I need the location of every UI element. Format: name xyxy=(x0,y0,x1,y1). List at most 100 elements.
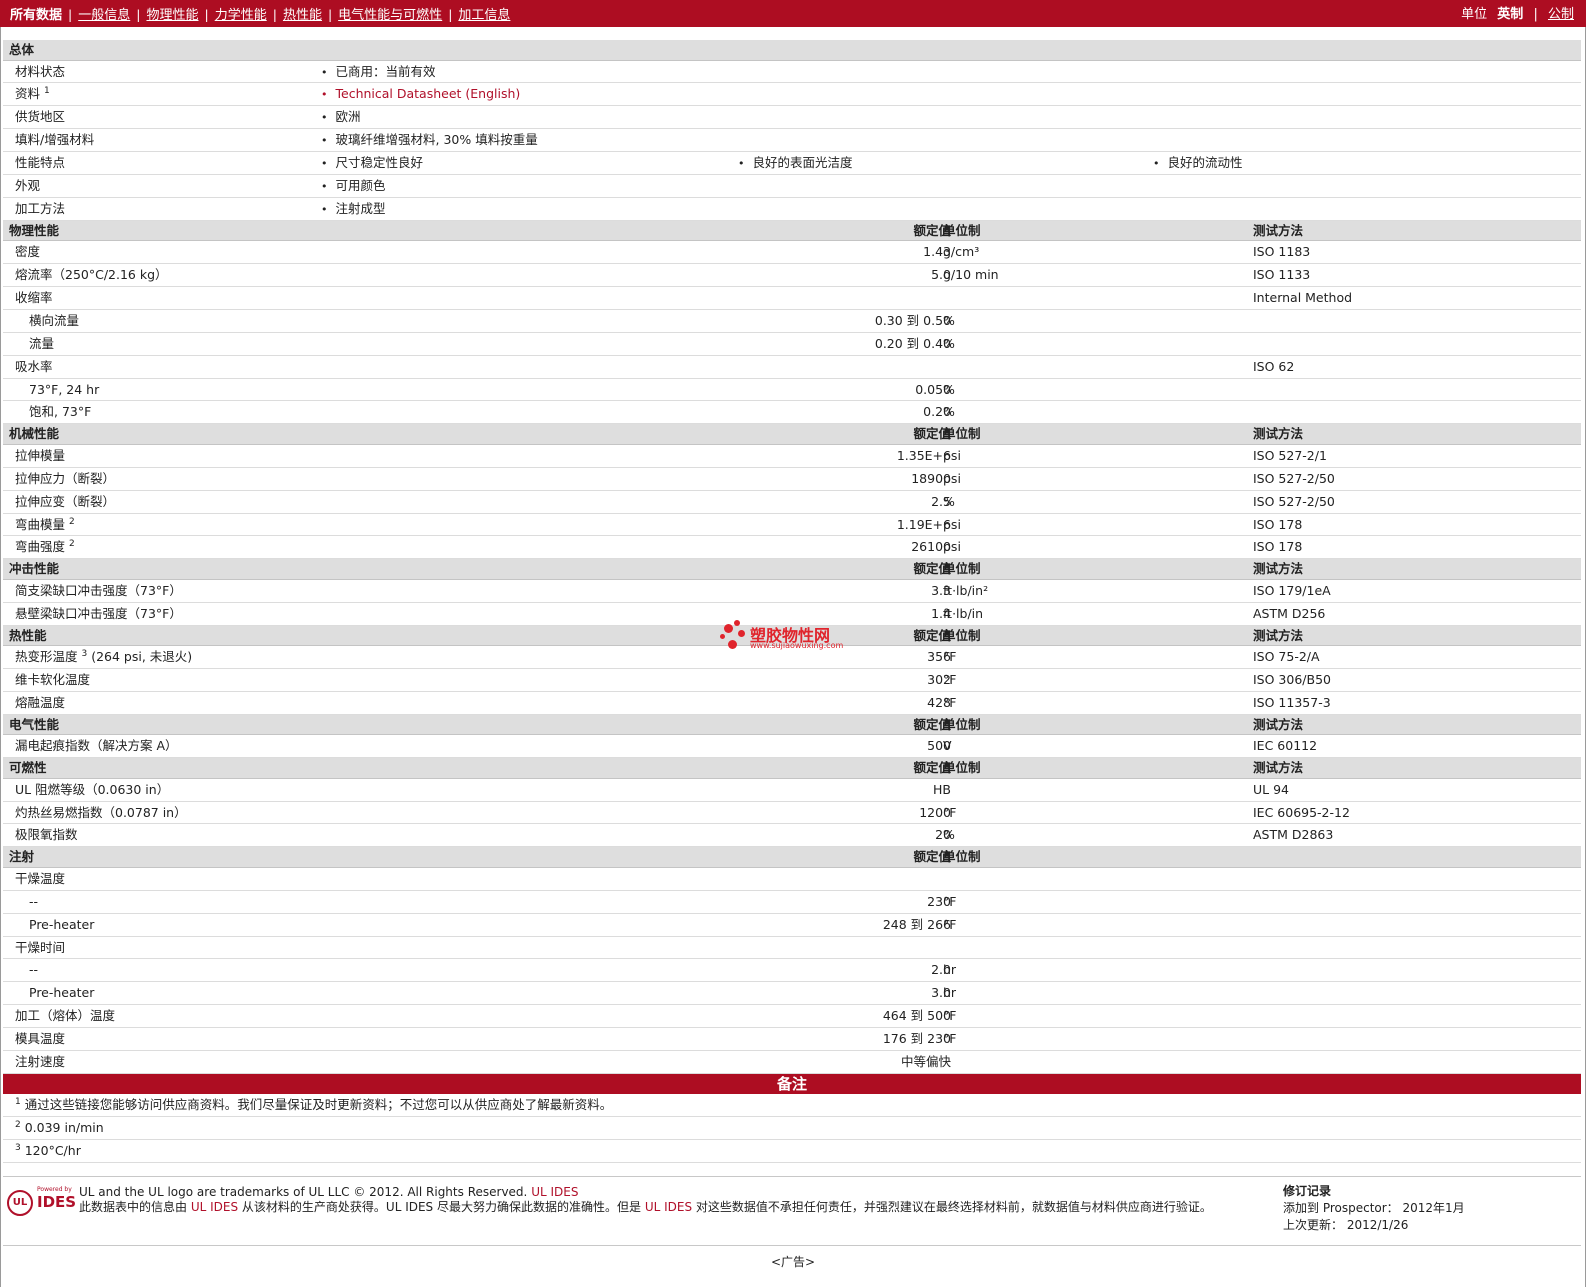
property-unit: °F xyxy=(943,694,957,710)
property-row: 弯曲强度 2 26100 psi ISO 178 xyxy=(3,536,1581,560)
col-header-unit: 单位制 xyxy=(943,716,981,732)
property-value: 中等偏快 xyxy=(900,1053,951,1069)
property-row: 拉伸应变（断裂） 2.5% ISO 527-2/50 xyxy=(3,491,1581,514)
property-row: Pre-heater 3.0 hr xyxy=(3,982,1581,1006)
test-method: ASTM D2863 xyxy=(1253,827,1334,843)
property-row: UL 阻燃等级（0.0630 in） HB UL 94 xyxy=(3,779,1581,802)
revision-added: 添加到 Prospector： 2012年1月 xyxy=(1283,1201,1465,1215)
property-unit: °F xyxy=(943,893,957,909)
tab-separator: | xyxy=(68,7,73,22)
notes-header: 备注 xyxy=(3,1073,1581,1094)
tab-bar: 所有数据 | 一般信息 | 物理性能 | 力学性能 | 热性能 | 电气性能与可燃性 | 加工信息 xyxy=(10,3,510,27)
section-title: 电气性能 xyxy=(9,716,60,732)
property-value: 注射成型 xyxy=(321,198,386,221)
property-value: 欧洲 xyxy=(321,106,361,129)
property-row: -- 2.0 hr xyxy=(3,959,1581,983)
unit-switch: 单位 英制 | 公制 xyxy=(1461,7,1574,22)
section-header: 机械性能 额定值 单位制 测试方法 xyxy=(3,424,1581,445)
col-header-method: 测试方法 xyxy=(1253,426,1304,442)
test-method: ISO 527-2/1 xyxy=(1253,447,1327,463)
unit-metric-link[interactable]: 公制 xyxy=(1548,7,1574,22)
datasheet-link[interactable]: Technical Datasheet (English) xyxy=(321,83,521,106)
property-unit: % xyxy=(943,312,955,328)
note-row: 2 0.039 in/min xyxy=(3,1117,1581,1140)
test-method: ISO 527-2/50 xyxy=(1253,493,1335,509)
property-label: Pre-heater xyxy=(29,985,95,1001)
tab-4[interactable]: 力学性能 xyxy=(215,8,267,23)
property-row: 拉伸模量 1.35E+6 psi ISO 527-2/1 xyxy=(3,445,1581,468)
section-title: 热性能 xyxy=(9,627,47,643)
general-row: 供货地区 欧洲 xyxy=(3,106,1581,130)
property-row: 干燥温度 xyxy=(3,868,1581,891)
datasheet-table: 总体材料状态 已商用：当前有效资料 1 Technical Datasheet (E… xyxy=(3,40,1581,1163)
trademark-text: UL and the UL logo are trademarks of UL … xyxy=(79,1185,528,1199)
section-title: 注射 xyxy=(9,849,35,865)
property-value: HB xyxy=(933,781,951,797)
property-row: Pre-heater 248 到 266 °F xyxy=(3,914,1581,937)
property-label: Pre-heater xyxy=(29,916,95,932)
watermark-url: www.sujiaowuxing.com xyxy=(750,641,844,650)
property-row: 简支梁缺口冲击强度（73°F） 3.3 ft·lb/in² ISO 179/1eA xyxy=(3,580,1581,603)
general-row: 填料/增强材料 玻璃纤维增强材料, 30% 填料按重量 xyxy=(3,129,1581,153)
tab-6[interactable]: 电气性能与可燃性 xyxy=(338,8,442,23)
general-row: 加工方法 注射成型 xyxy=(3,198,1581,221)
test-method: IEC 60112 xyxy=(1253,738,1318,754)
property-label: -- xyxy=(29,893,39,909)
ul-ides-link-3[interactable]: UL IDES xyxy=(645,1200,692,1214)
test-method: ISO 75-2/A xyxy=(1253,649,1320,665)
property-unit: psi xyxy=(943,447,961,463)
ul-ides-link[interactable]: UL IDES xyxy=(531,1185,578,1199)
col-header-unit: 单位制 xyxy=(943,849,981,865)
note-text: 0.039 in/min xyxy=(24,1119,104,1135)
ides-wordmark: IDES xyxy=(37,1193,77,1211)
test-method: ISO 62 xyxy=(1253,358,1295,374)
property-row: 注射速度 中等偏快 xyxy=(3,1051,1581,1074)
property-label: UL 阻燃等级（0.0630 in） xyxy=(15,781,170,797)
property-row: 漏电起痕指数（解决方案 A） 500 V IEC 60112 xyxy=(3,735,1581,759)
top-nav-bar: 所有数据 | 一般信息 | 物理性能 | 力学性能 | 热性能 | 电气性能与可燃性 | 加工信息 单位… xyxy=(0,3,1586,27)
note-number: 1 xyxy=(15,1096,21,1107)
property-unit: hr xyxy=(943,962,957,978)
ul-ides-logo[interactable]: Powered by UL IDES xyxy=(7,1186,77,1218)
property-label: 73°F, 24 hr xyxy=(29,381,100,397)
tab-5[interactable]: 热性能 xyxy=(283,8,322,23)
section-header: 可燃性 额定值 单位制 测试方法 xyxy=(3,758,1581,779)
note-number: 2 xyxy=(15,1119,21,1130)
tab-7[interactable]: 加工信息 xyxy=(458,8,510,23)
tab-1[interactable]: 所有数据 xyxy=(10,8,62,23)
revision-title: 修订记录 xyxy=(1283,1184,1332,1198)
test-method: ISO 306/B50 xyxy=(1253,671,1331,687)
test-method: ISO 178 xyxy=(1253,539,1303,555)
tab-separator: | xyxy=(272,7,277,22)
property-row: 吸水率 ISO 62 xyxy=(3,356,1581,379)
property-unit: °F xyxy=(943,1008,957,1024)
property-unit: °F xyxy=(943,804,957,820)
section-title: 物理性能 xyxy=(9,222,60,238)
revision-updated: 上次更新： 2012/1/26 xyxy=(1283,1218,1409,1232)
property-unit: g/10 min xyxy=(943,267,999,283)
section-title: 冲击性能 xyxy=(9,561,60,577)
property-row: 拉伸应力（断裂） 18900 psi ISO 527-2/50 xyxy=(3,468,1581,491)
tab-2[interactable]: 一般信息 xyxy=(78,8,130,23)
property-label: 饱和, 73°F xyxy=(29,404,92,420)
property-row: 极限氧指数 20% ASTM D2863 xyxy=(3,824,1581,848)
property-value: 248 到 266 xyxy=(882,916,951,932)
property-row: 收缩率 Internal Method xyxy=(3,287,1581,310)
col-header-unit: 单位制 xyxy=(943,760,981,776)
property-value: 464 到 500 xyxy=(882,1008,951,1024)
property-unit: % xyxy=(943,827,955,843)
property-label: 简支梁缺口冲击强度（73°F） xyxy=(15,582,182,598)
tab-3[interactable]: 物理性能 xyxy=(146,8,198,23)
ul-ides-link-2[interactable]: UL IDES xyxy=(191,1200,238,1214)
note-text: 通过这些链接您能够访问供应商资料。我们尽量保证及时更新资料；不过您可以从供应商处… xyxy=(24,1096,613,1112)
footer-disclaimer: UL and the UL logo are trademarks of UL … xyxy=(79,1185,1269,1215)
test-method: ISO 1133 xyxy=(1253,267,1311,283)
property-value: 176 到 230 xyxy=(882,1031,951,1047)
col-header-method: 测试方法 xyxy=(1253,716,1304,732)
unit-imperial-option[interactable]: 英制 xyxy=(1497,7,1523,22)
property-row: 模具温度 176 到 230 °F xyxy=(3,1028,1581,1051)
general-row: 资料 1 Technical Datasheet (English) xyxy=(3,83,1581,107)
property-value: 0.20 到 0.40 xyxy=(874,335,951,351)
property-label: 吸水率 xyxy=(15,358,53,374)
test-method: ISO 1183 xyxy=(1253,244,1311,260)
